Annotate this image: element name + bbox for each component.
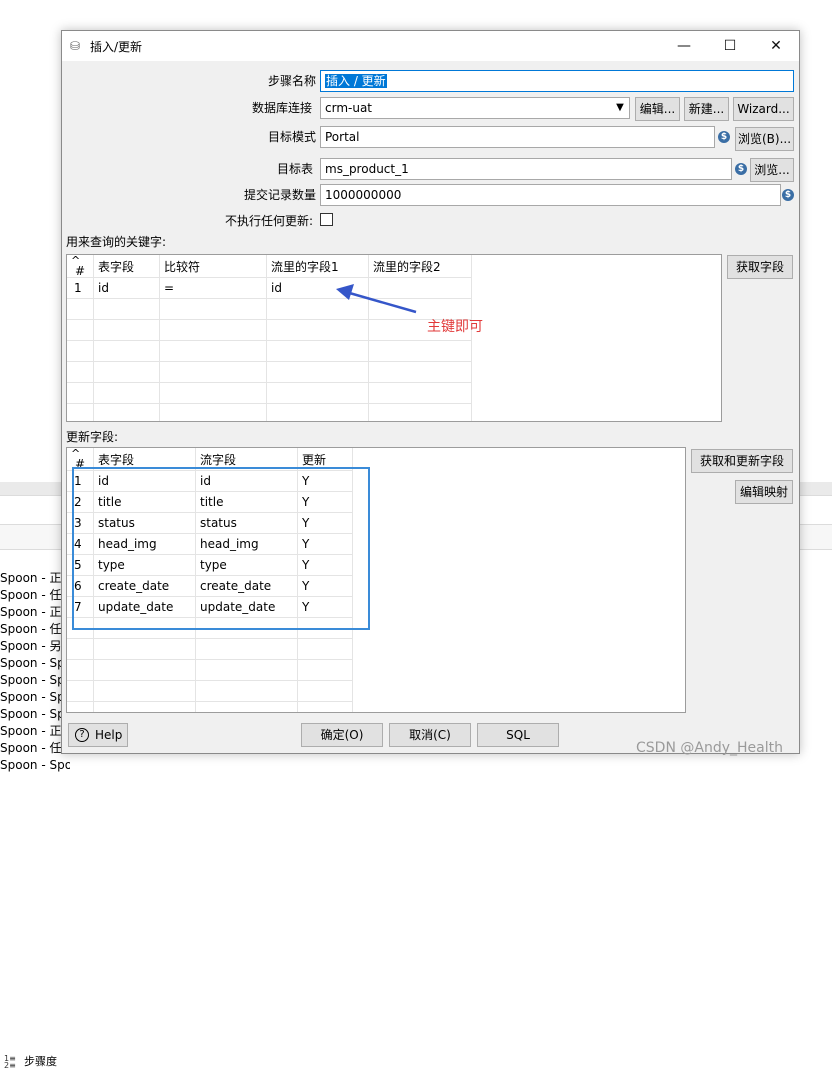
get-fields-button[interactable]: 获取字段 [727, 255, 793, 279]
target-table-input[interactable]: ms_product_1 [320, 158, 732, 180]
get-update-fields-button[interactable]: 获取和更新字段 [691, 449, 793, 473]
background-log-line: Spoon - Sp [0, 656, 65, 670]
dialog-title: 插入/更新 [90, 40, 143, 54]
chevron-down-icon[interactable]: ▼ [611, 98, 629, 118]
update-section-label: 更新字段: [66, 430, 119, 444]
browse-table-button[interactable]: 浏览... [750, 158, 794, 182]
browse-schema-button[interactable]: 浏览(B)... [735, 127, 794, 151]
background-log-line: Spoon - 另 [0, 639, 62, 653]
grid-column-divider [471, 255, 472, 421]
target-table-label: 目标表 [277, 162, 314, 176]
keys-cell[interactable]: id [94, 278, 109, 299]
help-icon: ? [75, 728, 89, 742]
grid-row-divider [67, 403, 471, 404]
new-connection-button[interactable]: 新建... [684, 97, 729, 121]
commit-size-value: 1000000000 [325, 188, 402, 202]
keys-section-label: 用来查询的关键字: [66, 235, 167, 249]
background-log-line: Spoon - 正 [0, 724, 62, 738]
grid-row-divider [67, 659, 352, 660]
background-log-line: Spoon - 正 [0, 605, 62, 619]
annotation-text: 主键即可 [427, 319, 483, 335]
grid-row-divider [67, 680, 352, 681]
variable-icon: $ [735, 163, 747, 175]
highlight-box [72, 467, 370, 630]
keys-header-1[interactable]: 表字段 [94, 257, 134, 278]
target-schema-value: Portal [325, 130, 360, 144]
ok-button[interactable]: 确定(O) [301, 723, 383, 747]
background-log-line: Spoon - Spoon [0, 758, 70, 772]
background-log-line: Spoon - Sp [0, 690, 65, 704]
list-numbered-icon: 1≡ 2≡ [4, 1054, 16, 1070]
keys-header-2[interactable]: 比较符 [160, 257, 200, 278]
step-name-input[interactable]: 插入 / 更新 [320, 70, 794, 92]
grid-row-divider [67, 638, 352, 639]
step-name-label: 步骤名称 [268, 74, 317, 88]
minimize-icon[interactable]: — [661, 31, 707, 61]
target-schema-input[interactable]: Portal [320, 126, 715, 148]
db-connection-select[interactable]: crm-uat ▼ [320, 97, 630, 119]
annotation-arrow [336, 284, 417, 314]
background-tab-label: 步骤度 [24, 1055, 57, 1068]
background-log-line: Spoon - Sp [0, 707, 65, 721]
grid-row-divider [67, 361, 471, 362]
help-button[interactable]: ? Help [68, 723, 128, 747]
variable-icon: $ [782, 189, 794, 201]
grid-row-divider [67, 340, 471, 341]
target-table-value: ms_product_1 [325, 162, 409, 176]
keys-header-4[interactable]: 流里的字段2 [369, 257, 441, 278]
grid-row-divider [67, 382, 471, 383]
maximize-icon[interactable]: ☐ [707, 31, 753, 61]
commit-size-label: 提交记录数量 [244, 188, 317, 202]
target-schema-label: 目标模式 [268, 130, 317, 144]
variable-icon: $ [718, 131, 730, 143]
wizard-button[interactable]: Wizard... [733, 97, 794, 121]
keys-cell[interactable]: = [160, 278, 174, 299]
help-button-label: Help [95, 728, 123, 742]
background-log-list: Spoon - 正 Spoon - 任 Spoon - 正 Spoon - 任 Spoo… [0, 570, 70, 774]
keys-cell[interactable]: 1 [70, 278, 82, 299]
sort-caret-icon: ^ [71, 447, 81, 460]
background-log-line: Spoon - Sp [0, 673, 65, 687]
no-update-label: 不执行任何更新: [225, 214, 314, 228]
background-log-line: Spoon - 任 [0, 741, 62, 755]
commit-size-input[interactable]: 1000000000 [320, 184, 781, 206]
grid-row-divider [67, 701, 352, 702]
close-icon[interactable]: ✕ [753, 31, 799, 61]
background-tab-step-metrics[interactable]: 1≡ 2≡ 步骤度 [2, 1053, 57, 1071]
background-log-line: Spoon - 任 [0, 622, 62, 636]
no-update-checkbox[interactable] [320, 213, 333, 226]
edit-connection-button[interactable]: 编辑... [635, 97, 680, 121]
step-name-value: 插入 / 更新 [325, 74, 387, 88]
dialog-titlebar[interactable]: ⛁ 插入/更新 — ☐ ✕ [62, 31, 799, 61]
watermark: CSDN @Andy_Health [636, 740, 783, 756]
keys-cell[interactable]: id [267, 278, 282, 299]
sort-caret-icon: ^ [71, 254, 81, 267]
cancel-button[interactable]: 取消(C) [389, 723, 471, 747]
background-log-line: Spoon - 任 [0, 588, 62, 602]
step-app-icon: ⛁ [70, 39, 81, 53]
edit-mapping-button[interactable]: 编辑映射 [735, 480, 793, 504]
background-log-line: Spoon - 正 [0, 571, 62, 585]
sql-button[interactable]: SQL [477, 723, 559, 747]
db-connection-value: crm-uat [325, 101, 373, 115]
keys-header-3[interactable]: 流里的字段1 [267, 257, 339, 278]
db-connection-label: 数据库连接 [252, 101, 313, 115]
